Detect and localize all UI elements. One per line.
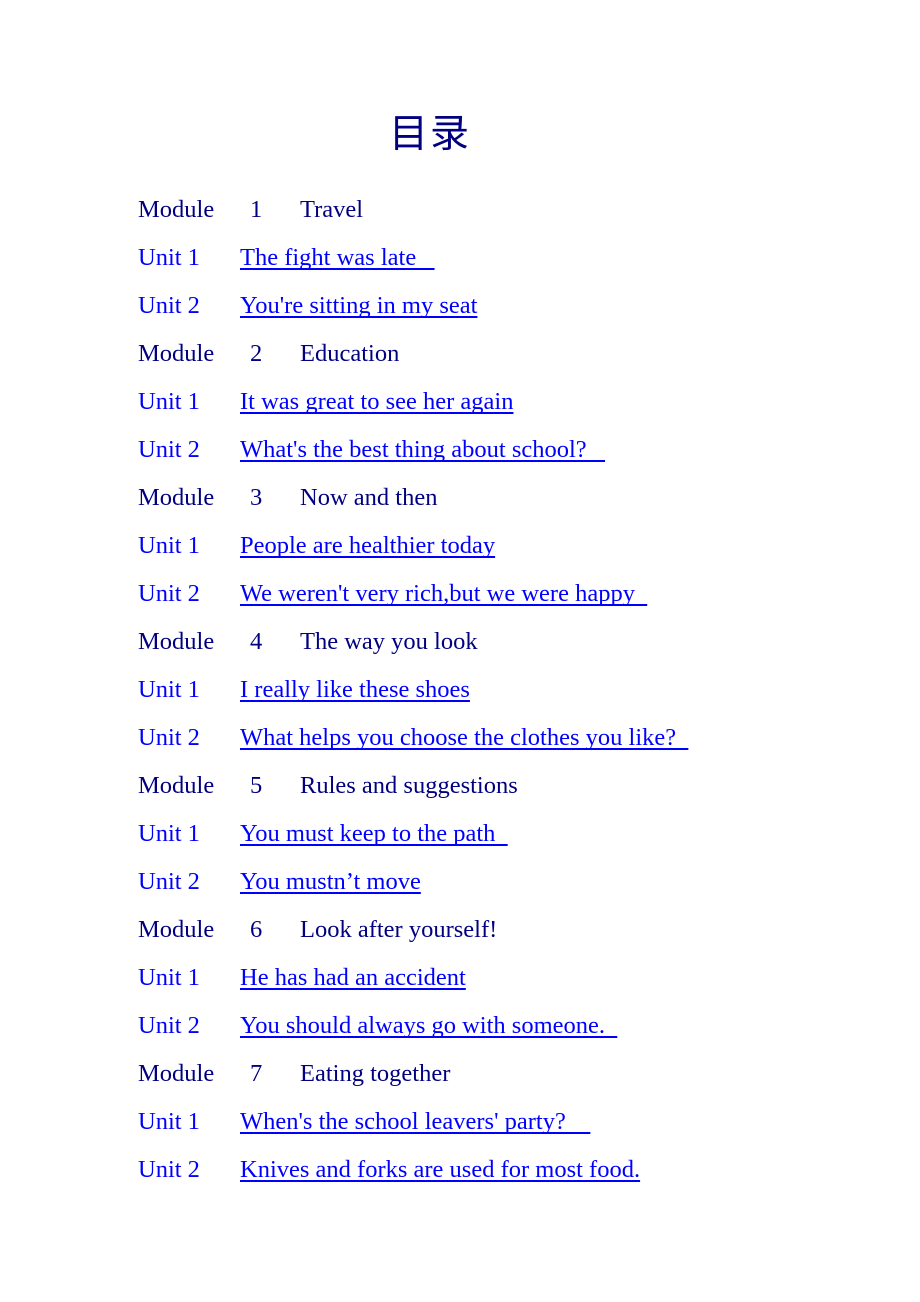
unit-label: Unit 1 — [138, 964, 200, 991]
unit-title: You should always go with someone. — [240, 1012, 618, 1039]
unit-row[interactable]: Unit 2 What's the best thing about school… — [138, 430, 878, 478]
module-title: Now and then — [300, 484, 438, 511]
unit-link[interactable]: Unit 2 You're sitting in my seat — [138, 292, 477, 319]
module-number: 5 — [250, 772, 263, 799]
module-row: Module 4 The way you look — [138, 622, 878, 670]
document-page: 目录 Module 1 Travel Unit 1 The fight was late… — [0, 0, 920, 1302]
unit-label: Unit 1 — [138, 388, 200, 415]
unit-link[interactable]: Unit 2 You should always go with someone. — [138, 1012, 617, 1039]
module-label: Module — [138, 772, 215, 799]
unit-link[interactable]: Unit 1 I really like these shoes — [138, 676, 470, 703]
page-title: 目录 — [388, 113, 471, 156]
unit-title: It was great to see her again — [240, 388, 514, 415]
unit-link[interactable]: Unit 2 We weren't very rich,but we were h… — [138, 580, 647, 607]
unit-title: The fight was late — [240, 244, 435, 271]
unit-title: We weren't very rich,but we were happy — [240, 580, 648, 607]
module-row: Module 3 Now and then — [138, 478, 878, 526]
module-title: Look after yourself! — [300, 916, 498, 943]
unit-title: Knives and forks are used for most food. — [240, 1156, 641, 1183]
unit-title: You mustn’t move — [240, 868, 421, 895]
module-label: Module — [138, 484, 215, 511]
module-label: Module — [138, 628, 215, 655]
module-number: 6 — [250, 916, 263, 943]
unit-title: You must keep to the path — [240, 820, 508, 847]
module-title: Travel — [300, 196, 364, 223]
unit-row[interactable]: Unit 1 You must keep to the path — [138, 814, 878, 862]
unit-title: I really like these shoes — [240, 676, 470, 703]
module-row: Module 6 Look after yourself! — [138, 910, 878, 958]
unit-title: What's the best thing about school? — [240, 436, 606, 463]
unit-label: Unit 2 — [138, 1156, 200, 1183]
unit-label: Unit 2 — [138, 292, 200, 319]
unit-title: When's the school leavers' party? — [240, 1108, 591, 1135]
unit-link[interactable]: Unit 1 When's the school leavers' party? — [138, 1108, 590, 1135]
module-number: 7 — [250, 1060, 263, 1087]
unit-label: Unit 1 — [138, 1108, 200, 1135]
module-number: 1 — [250, 196, 263, 223]
unit-link[interactable]: Unit 1 People are healthier today — [138, 532, 495, 559]
unit-title: People are healthier today — [240, 532, 496, 559]
unit-label: Unit 2 — [138, 580, 200, 607]
unit-row[interactable]: Unit 2 What helps you choose the clothes … — [138, 718, 878, 766]
unit-title: He has had an accident — [240, 964, 466, 991]
unit-label: Unit 2 — [138, 724, 200, 751]
unit-row[interactable]: Unit 2 You mustn’t move — [138, 862, 878, 910]
unit-row[interactable]: Unit 2 We weren't very rich,but we were h… — [138, 574, 878, 622]
module-number: 2 — [250, 340, 263, 367]
module-number: 3 — [250, 484, 263, 511]
unit-row[interactable]: Unit 1 The fight was late — [138, 238, 878, 286]
unit-row[interactable]: Unit 1 He has had an accident — [138, 958, 878, 1006]
module-number: 4 — [250, 628, 263, 655]
unit-row[interactable]: Unit 2 Knives and forks are used for most… — [138, 1150, 878, 1198]
unit-label: Unit 2 — [138, 868, 200, 895]
module-title: The way you look — [300, 628, 478, 655]
unit-row[interactable]: Unit 1 It was great to see her again — [138, 382, 878, 430]
unit-link[interactable]: Unit 2 What's the best thing about school… — [138, 436, 605, 463]
module-label: Module — [138, 340, 215, 367]
unit-row[interactable]: Unit 2 You're sitting in my seat — [138, 286, 878, 334]
unit-label: Unit 1 — [138, 676, 200, 703]
unit-label: Unit 2 — [138, 436, 200, 463]
unit-title: What helps you choose the clothes you li… — [240, 724, 689, 751]
unit-link[interactable]: Unit 1 The fight was late — [138, 244, 435, 271]
unit-link[interactable]: Unit 1 He has had an accident — [138, 964, 466, 991]
unit-link[interactable]: Unit 1 You must keep to the path — [138, 820, 508, 847]
unit-link[interactable]: Unit 2 What helps you choose the clothes … — [138, 724, 688, 751]
unit-row[interactable]: Unit 1 People are healthier today — [138, 526, 878, 574]
unit-row[interactable]: Unit 1 When's the school leavers' party? — [138, 1102, 878, 1150]
module-label: Module — [138, 196, 215, 223]
unit-label: Unit 1 — [138, 820, 200, 847]
unit-label: Unit 2 — [138, 1012, 200, 1039]
module-title: Rules and suggestions — [300, 772, 518, 799]
module-label: Module — [138, 916, 215, 943]
unit-row[interactable]: Unit 1 I really like these shoes — [138, 670, 878, 718]
module-label: Module — [138, 1060, 215, 1087]
unit-link[interactable]: Unit 2 You mustn’t move — [138, 868, 421, 895]
unit-link[interactable]: Unit 2 Knives and forks are used for most… — [138, 1156, 640, 1183]
unit-link[interactable]: Unit 1 It was great to see her again — [138, 388, 513, 415]
module-row: Module 1 Travel — [138, 190, 878, 238]
unit-label: Unit 1 — [138, 532, 200, 559]
unit-row[interactable]: Unit 2 You should always go with someone. — [138, 1006, 878, 1054]
module-title: Education — [300, 340, 400, 367]
unit-label: Unit 1 — [138, 244, 200, 271]
module-row: Module 2 Education — [138, 334, 878, 382]
module-title: Eating together — [300, 1060, 451, 1087]
table-of-contents: Module 1 Travel Unit 1 The fight was late Un… — [138, 190, 878, 1198]
module-row: Module 5 Rules and suggestions — [138, 766, 878, 814]
module-row: Module 7 Eating together — [138, 1054, 878, 1102]
unit-title: You're sitting in my seat — [240, 292, 478, 319]
